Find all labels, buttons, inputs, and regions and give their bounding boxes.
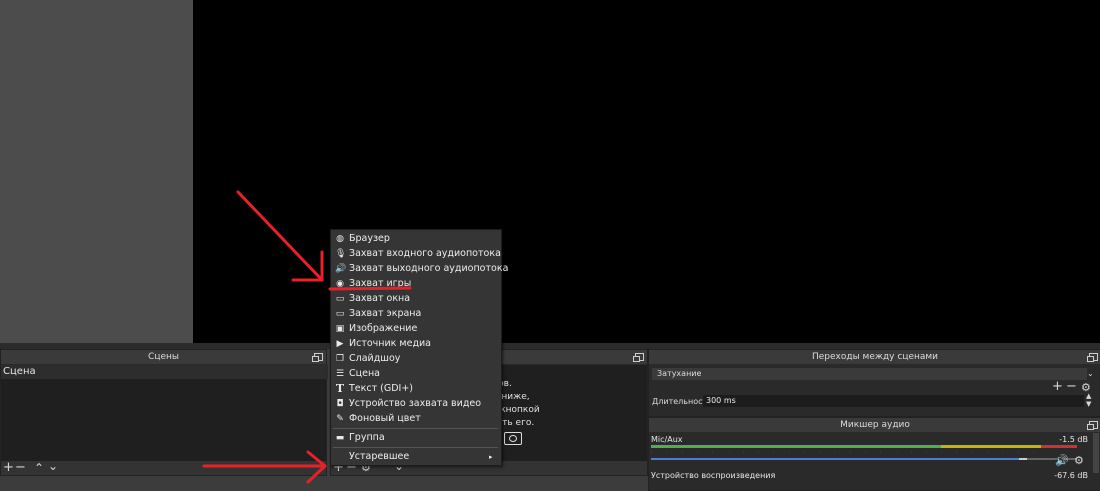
annotation-overlay (202, 190, 412, 484)
arrow-head-bottom-b (306, 464, 327, 484)
underline-game-capture (328, 286, 412, 291)
arrow-line-top (236, 190, 324, 282)
arrow-head-bottom-a (306, 450, 327, 468)
